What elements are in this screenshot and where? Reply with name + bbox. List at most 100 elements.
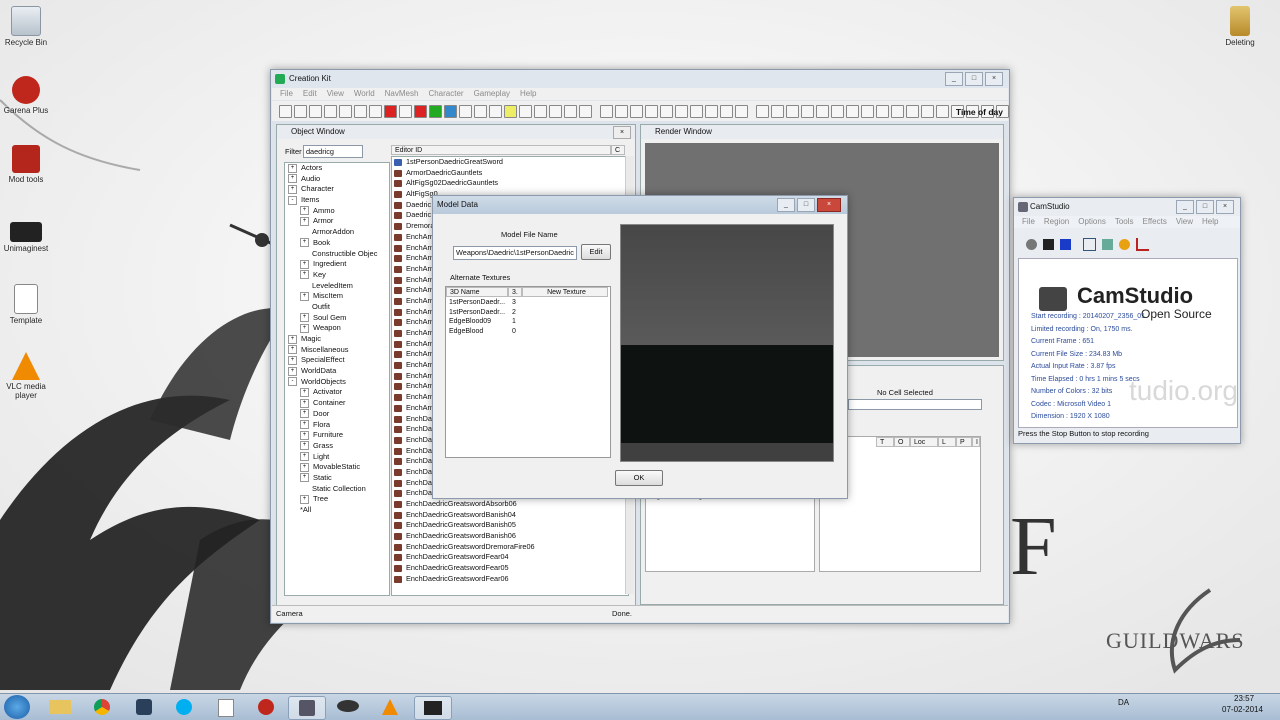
expand-icon[interactable]: + (300, 494, 309, 504)
texture-row-name[interactable]: EdgeBlood (449, 327, 483, 337)
taskbar-garena[interactable] (248, 696, 284, 718)
list-item[interactable]: EnchDaedricGreatswordBanish06 (392, 531, 628, 542)
list-item[interactable]: AltFigSg02DaedricGauntlets (392, 178, 628, 189)
tree-node[interactable]: LeveledItem (285, 281, 389, 292)
toolbar-button[interactable] (906, 105, 919, 118)
toolbar-button[interactable] (564, 105, 577, 118)
crop-icon[interactable] (1136, 237, 1149, 251)
expand-icon[interactable]: + (300, 430, 309, 440)
taskbar-notepad[interactable] (208, 696, 244, 718)
taskbar-vlc[interactable] (372, 696, 408, 718)
annotation-icon[interactable] (1102, 238, 1113, 250)
collapse-icon[interactable]: - (288, 195, 297, 205)
col-new-texture[interactable]: New Texture (522, 287, 608, 297)
texture-row-name[interactable]: 1stPersonDaedr... (449, 308, 505, 318)
object-window-titlebar[interactable]: Object Window × (277, 125, 635, 139)
maximize-button[interactable]: □ (1196, 200, 1214, 214)
cell-filter-input[interactable] (848, 399, 982, 410)
menu-effects[interactable]: Effects (1143, 216, 1167, 228)
col-loc[interactable]: Loc (910, 437, 938, 447)
col-l[interactable]: L (938, 437, 956, 447)
clock-date[interactable]: 07-02-2014 (1222, 705, 1263, 714)
region-icon[interactable] (1083, 237, 1096, 251)
render-window-titlebar[interactable]: Render Window (641, 125, 1003, 139)
tree-node[interactable]: + Armor (285, 216, 389, 227)
tree-node[interactable]: + Book (285, 238, 389, 249)
camstudio-titlebar[interactable]: CamStudio _ □ × (1014, 198, 1240, 216)
toolbar-button[interactable] (891, 105, 904, 118)
tree-node[interactable]: + Weapon (285, 323, 389, 334)
toolbar-button[interactable] (459, 105, 472, 118)
menu-tools[interactable]: Tools (1115, 216, 1134, 228)
tree-node[interactable]: + Grass (285, 441, 389, 452)
expand-icon[interactable]: + (288, 174, 297, 184)
tree-node[interactable]: - Items (285, 195, 389, 206)
tree-node[interactable]: + Container (285, 398, 389, 409)
expand-icon[interactable]: + (288, 366, 297, 376)
menu-world[interactable]: World (354, 88, 375, 100)
expand-icon[interactable]: + (288, 163, 297, 173)
menu-gameplay[interactable]: Gameplay (474, 88, 510, 100)
toolbar-button[interactable] (771, 105, 784, 118)
menu-region[interactable]: Region (1044, 216, 1069, 228)
expand-icon[interactable]: + (300, 420, 309, 430)
toolbar-button[interactable] (600, 105, 613, 118)
taskbar-explorer[interactable] (42, 696, 78, 718)
expand-icon[interactable]: + (300, 473, 309, 483)
expand-icon[interactable]: + (300, 462, 309, 472)
toolbar-button[interactable] (429, 105, 442, 118)
toolbar-button[interactable] (474, 105, 487, 118)
tree-node[interactable]: + Magic (285, 334, 389, 345)
maximize-button[interactable]: □ (965, 72, 983, 86)
toolbar-button[interactable] (519, 105, 532, 118)
toolbar-button[interactable] (660, 105, 673, 118)
toolbar-button[interactable] (630, 105, 643, 118)
list-item[interactable]: EnchDaedricGreatswordFear05 (392, 563, 628, 574)
toolbar-button[interactable] (534, 105, 547, 118)
desktop-icon-mod-tools[interactable]: Mod tools (0, 145, 52, 184)
minimize-button[interactable]: _ (1176, 200, 1194, 214)
toolbar-button[interactable] (861, 105, 874, 118)
col-index[interactable]: 3. (508, 287, 522, 297)
menu-file[interactable]: File (280, 88, 293, 100)
menu-view[interactable]: View (327, 88, 344, 100)
tree-node[interactable]: + SpecialEffect (285, 355, 389, 366)
model-file-path-input[interactable]: Weapons\Daedric\1stPersonDaedric (453, 246, 577, 260)
tree-node[interactable]: + Ammo (285, 206, 389, 217)
tree-node[interactable]: + WorldData (285, 366, 389, 377)
menu-character[interactable]: Character (428, 88, 463, 100)
expand-icon[interactable]: + (300, 238, 309, 248)
expand-icon[interactable]: + (300, 452, 309, 462)
menu-view[interactable]: View (1176, 216, 1193, 228)
expand-icon[interactable]: + (288, 334, 297, 344)
alternate-textures-table[interactable]: 3D Name 3. New Texture 1stPersonDaedr...… (445, 286, 611, 458)
pause-icon[interactable] (1043, 238, 1054, 250)
record-icon[interactable] (1026, 238, 1037, 250)
tree-node[interactable]: + Character (285, 184, 389, 195)
menu-file[interactable]: File (1022, 216, 1035, 228)
tree-node[interactable]: Static Collection (285, 484, 389, 495)
expand-icon[interactable]: + (300, 323, 309, 333)
category-tree[interactable]: + Actors + Audio + Character - Items + Ammo + Armor… (284, 162, 390, 596)
toolbar-button[interactable] (324, 105, 337, 118)
menu-navmesh[interactable]: NavMesh (385, 88, 419, 100)
taskbar-skype[interactable] (166, 696, 202, 718)
list-item[interactable]: EnchDaedricGreatswordBanish04 (392, 510, 628, 521)
minimize-button[interactable]: _ (945, 72, 963, 86)
edit-button[interactable]: Edit (581, 244, 611, 260)
tree-node[interactable]: ArmorAddon (285, 227, 389, 238)
tree-node[interactable]: + Ingredient (285, 259, 389, 270)
expand-icon[interactable]: + (300, 387, 309, 397)
toolbar-button[interactable] (816, 105, 829, 118)
texture-row-name[interactable]: EdgeBlood09 (449, 317, 491, 327)
taskbar-skyrim[interactable] (330, 696, 366, 718)
toolbar-button[interactable] (504, 105, 517, 118)
list-item[interactable]: EnchDaedricGreatswordDremoraFire06 (392, 542, 628, 553)
expand-icon[interactable]: + (288, 355, 297, 365)
toolbar-button[interactable] (354, 105, 367, 118)
toolbar-button[interactable] (399, 105, 412, 118)
maximize-button[interactable]: □ (797, 198, 815, 212)
tree-node[interactable]: + Static (285, 473, 389, 484)
minimize-button[interactable]: _ (777, 198, 795, 212)
col-i[interactable]: I (972, 437, 980, 447)
